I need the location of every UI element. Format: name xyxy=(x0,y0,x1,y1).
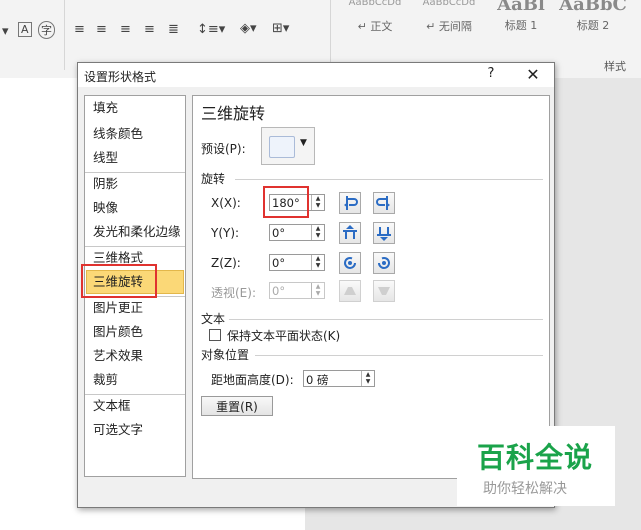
nav-item-picture-color[interactable]: 图片颜色 xyxy=(93,322,143,342)
y-rotation-label: Y(Y): xyxy=(211,226,240,240)
dialog-title: 设置形状格式 xyxy=(84,70,157,84)
z-rotation-label: Z(Z): xyxy=(211,256,241,270)
nav-item-line-color[interactable]: 线条颜色 xyxy=(93,124,143,144)
perspective-decrease-button xyxy=(373,280,395,302)
x-rotate-left-button[interactable] xyxy=(339,192,361,214)
z-rotation-spinner[interactable]: 0° ▲ ▼ xyxy=(269,254,325,271)
distance-from-ground-label: 距地面高度(D): xyxy=(211,373,294,387)
rotate-down-icon xyxy=(377,227,391,241)
watermark: 百科全说 助你轻松解决 xyxy=(457,426,615,506)
clockwise-icon xyxy=(378,256,390,269)
rotate-left-icon xyxy=(344,196,358,210)
counterclockwise-icon xyxy=(344,256,356,269)
y-rotation-spinner[interactable]: 0° ▲ ▼ xyxy=(269,224,325,241)
shading-icon[interactable]: ◈▾ xyxy=(240,21,257,36)
nav-item-glow-soft-edges[interactable]: 发光和柔化边缘 xyxy=(93,222,181,242)
nav-item-line-style[interactable]: 线型 xyxy=(93,148,118,168)
style-no-spacing[interactable]: AaBbCcDd ↵ 无间隔 xyxy=(414,0,484,36)
close-button[interactable]: ✕ xyxy=(521,65,545,85)
reset-button[interactable]: 重置(R) xyxy=(201,396,273,416)
style-normal[interactable]: AaBbCcDd ↵ 正文 xyxy=(340,0,410,36)
nav-item-alt-text[interactable]: 可选文字 xyxy=(93,420,143,440)
align-right-icon[interactable]: ≡ xyxy=(120,22,131,37)
nav-item-picture-corrections[interactable]: 图片更正 xyxy=(93,298,143,318)
watermark-title: 百科全说 xyxy=(477,441,594,474)
preset-dropdown[interactable]: ▼ xyxy=(261,127,315,165)
z-rotate-clockwise-button[interactable] xyxy=(373,252,395,274)
preset-label: 预设(P): xyxy=(201,142,246,156)
perspective-increase-button xyxy=(339,280,361,302)
rotation-section-label: 旋转 xyxy=(201,172,226,186)
x-rotation-label: X(X): xyxy=(211,196,241,210)
text-section-label: 文本 xyxy=(201,312,226,326)
align-left-icon[interactable]: ≡ xyxy=(74,22,85,37)
z-rotate-counterclockwise-button[interactable] xyxy=(339,252,361,274)
highlight-box-x-value xyxy=(263,186,309,218)
distributed-icon[interactable]: ≣ xyxy=(168,22,179,37)
nav-item-reflection[interactable]: 映像 xyxy=(93,198,118,218)
nav-item-artistic-effects[interactable]: 艺术效果 xyxy=(93,346,143,366)
distance-from-ground-spinner[interactable]: 0 磅 ▲ ▼ xyxy=(303,370,375,387)
dialog-title-bar[interactable]: 设置形状格式 ? ✕ xyxy=(78,63,554,87)
enclose-char-icon[interactable]: 字 xyxy=(38,21,55,39)
rotate-up-icon xyxy=(343,225,357,239)
highlight-box-nav xyxy=(81,264,157,298)
watermark-subtitle: 助你轻松解决 xyxy=(483,481,567,497)
x-rotate-right-button[interactable] xyxy=(373,192,395,214)
align-center-icon[interactable]: ≡ xyxy=(96,22,107,37)
preset-preview-icon xyxy=(269,136,295,158)
y-rotate-up-button[interactable] xyxy=(339,222,361,244)
keep-text-flat-label[interactable]: 保持文本平面状态(K) xyxy=(227,327,340,344)
style-heading-1[interactable]: AaBl 标题 1 xyxy=(488,0,554,36)
help-button[interactable]: ? xyxy=(481,66,501,84)
perspective-label: 透视(E): xyxy=(211,286,256,300)
nav-item-text-box[interactable]: 文本框 xyxy=(93,396,131,416)
nav-item-shadow[interactable]: 阴影 xyxy=(93,174,118,194)
y-rotate-down-button[interactable] xyxy=(373,222,395,244)
nav-item-crop[interactable]: 裁剪 xyxy=(93,370,118,390)
line-spacing-icon[interactable]: ↕≡▾ xyxy=(197,22,225,37)
rotate-right-icon xyxy=(376,196,390,210)
object-position-section-label: 对象位置 xyxy=(201,348,250,362)
justify-icon[interactable]: ≡ xyxy=(144,22,155,37)
keep-text-flat-checkbox[interactable] xyxy=(209,329,221,341)
nav-item-fill[interactable]: 填充 xyxy=(93,98,118,118)
dropdown-arrow-icon: ▼ xyxy=(300,138,307,148)
styles-group-label: 样式 xyxy=(604,60,626,73)
style-heading-2[interactable]: AaBbC 标题 2 xyxy=(558,0,628,36)
perspective-down-icon xyxy=(378,287,390,295)
perspective-spinner: 0° ▲ ▼ xyxy=(269,282,325,299)
perspective-up-icon xyxy=(344,287,356,295)
settings-panel: 三维旋转 预设(P): ▼ 旋转 X(X): 180° ▲ ▼ Y(Y): 0° ▲ ▼… xyxy=(192,95,550,479)
borders-icon[interactable]: ⊞▾ xyxy=(272,21,289,36)
char-border-icon[interactable]: A xyxy=(18,22,32,37)
dropdown-arrow-icon[interactable]: ▾ xyxy=(2,24,9,39)
panel-heading: 三维旋转 xyxy=(201,104,266,123)
